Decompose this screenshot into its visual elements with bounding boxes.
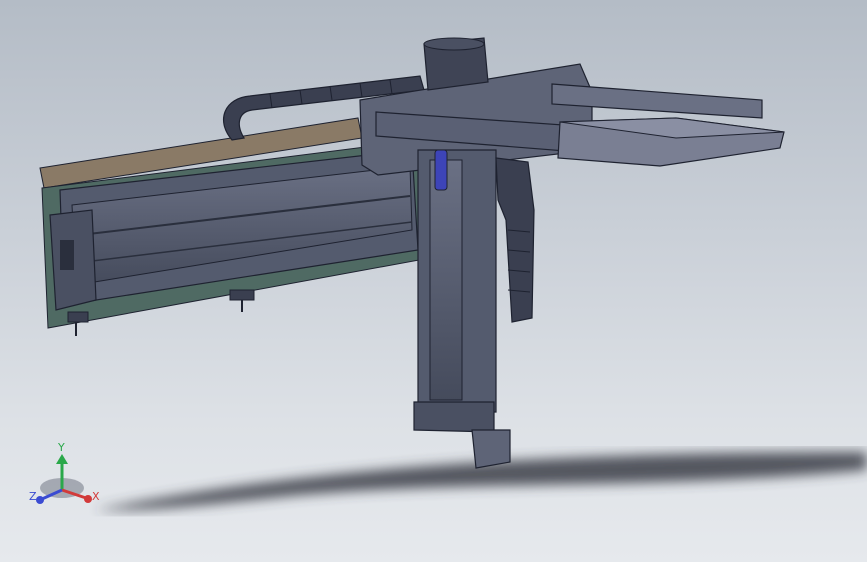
foot-bracket — [229, 289, 255, 301]
sensor-accent — [434, 149, 448, 191]
foot-bracket — [67, 311, 89, 323]
y-axis-label: Y — [58, 441, 65, 454]
graphics-viewport[interactable]: Y X Z — [0, 0, 867, 562]
vertical-cable-chain — [495, 157, 535, 323]
x-axis-label: X — [92, 490, 100, 503]
z-slider-block — [413, 401, 495, 433]
z-axis-label: Z — [29, 490, 37, 503]
coordinate-triad[interactable]: Y X Z — [28, 440, 108, 510]
z-column-tip — [471, 429, 511, 469]
gantry-model[interactable] — [0, 0, 867, 562]
